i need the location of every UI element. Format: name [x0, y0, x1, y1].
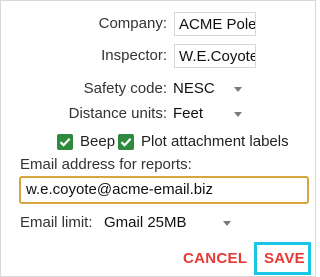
plot-labels-checkbox[interactable]: [118, 134, 134, 150]
save-button-label: SAVE: [264, 250, 305, 267]
chevron-down-icon: [234, 87, 242, 92]
save-button[interactable]: SAVE: [254, 242, 311, 275]
email-limit-value: Gmail 25MB: [104, 214, 187, 231]
safety-code-value: NESC: [173, 80, 215, 97]
beep-label: Beep: [80, 133, 116, 150]
safety-code-label: Safety code:: [83, 80, 167, 97]
distance-units-value: Feet: [173, 105, 204, 122]
email-address-label: Email address for reports:: [20, 156, 192, 173]
check-icon: [59, 138, 71, 147]
cancel-button[interactable]: CANCEL: [183, 250, 247, 267]
company-label: Company:: [98, 15, 167, 32]
company-field[interactable]: ACME Pole: [174, 12, 256, 36]
beep-checkbox[interactable]: [57, 134, 73, 150]
settings-dialog: Company: ACME Pole Inspector: W.E.Coyote…: [0, 0, 316, 277]
inspector-label: Inspector:: [101, 47, 167, 64]
plot-labels-label: Plot attachment labels: [141, 133, 289, 150]
chevron-down-icon: [223, 221, 231, 226]
inspector-field[interactable]: W.E.Coyote: [174, 44, 256, 68]
chevron-down-icon: [234, 112, 242, 117]
check-icon: [120, 138, 132, 147]
email-address-input[interactable]: w.e.coyote@acme-email.biz: [19, 176, 309, 204]
distance-units-label: Distance units:: [68, 105, 167, 122]
email-limit-label: Email limit:: [20, 214, 93, 231]
